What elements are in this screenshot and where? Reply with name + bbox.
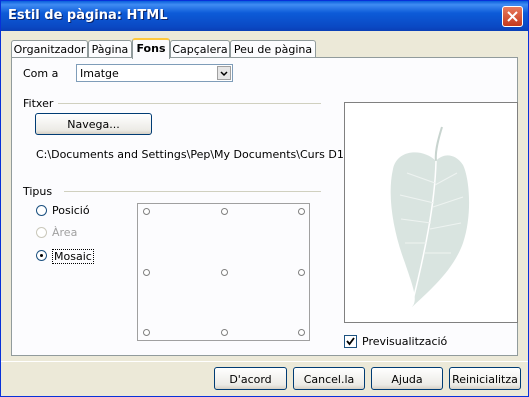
- file-separator: [58, 103, 321, 105]
- preview-checkbox-label: Previsualització: [362, 335, 448, 348]
- type-separator: [64, 191, 321, 193]
- tab-organitzador[interactable]: Organitzador: [11, 40, 88, 58]
- browse-label: Navega...: [67, 118, 120, 131]
- page-style-dialog: Estil de pàgina: HTML Organitzador Pàgin…: [0, 0, 529, 397]
- tab-peu-de-pagina[interactable]: Peu de pàgina: [230, 40, 316, 58]
- radio-posicio[interactable]: [36, 205, 47, 216]
- radio-area[interactable]: [36, 227, 47, 238]
- tab-pagina[interactable]: Pàgina: [88, 40, 132, 58]
- as-dropdown-value: Imatge: [80, 67, 119, 80]
- title-bar[interactable]: Estil de pàgina: HTML: [1, 1, 528, 31]
- tab-label: Pàgina: [91, 43, 129, 56]
- position-top-center[interactable]: [221, 208, 228, 215]
- chevron-down-icon[interactable]: [217, 66, 231, 80]
- preview-checkbox[interactable]: [344, 335, 357, 348]
- tab-label: Fons: [136, 42, 166, 55]
- tab-label: Organitzador: [13, 43, 86, 56]
- radio-selected-dot: [40, 254, 43, 257]
- footer-separator: [1, 361, 528, 362]
- position-top-left[interactable]: [143, 208, 150, 215]
- tab-label: Capçalera: [172, 43, 228, 56]
- help-button[interactable]: Ajuda: [371, 367, 443, 390]
- position-bottom-left[interactable]: [143, 329, 150, 336]
- reset-label: Reinicialitza: [452, 373, 518, 386]
- as-label: Com a: [23, 67, 59, 80]
- ok-button[interactable]: D'acord: [214, 367, 287, 390]
- type-section-label: Tipus: [23, 185, 53, 198]
- position-middle-left[interactable]: [143, 269, 150, 276]
- tab-label: Peu de pàgina: [233, 43, 313, 56]
- cancel-label: Cancel.la: [303, 373, 355, 386]
- as-dropdown[interactable]: Imatge: [76, 64, 233, 82]
- position-grid: [137, 203, 310, 341]
- position-bottom-center[interactable]: [221, 329, 228, 336]
- leaf-image: [390, 126, 470, 309]
- position-top-right[interactable]: [298, 208, 305, 215]
- radio-mosaic-label: Mosaic: [52, 249, 94, 264]
- file-section-label: Fitxer: [23, 97, 54, 110]
- file-path: C:\Documents and Settings\Pep\My Documen…: [36, 148, 351, 161]
- close-button[interactable]: [502, 6, 523, 27]
- reset-button[interactable]: Reinicialitza: [449, 367, 521, 390]
- tab-capcalera[interactable]: Capçalera: [170, 40, 230, 58]
- radio-mosaic[interactable]: [36, 250, 47, 261]
- radio-posicio-label: Posició: [52, 204, 90, 217]
- dialog-title: Estil de pàgina: HTML: [8, 8, 168, 23]
- tab-fons[interactable]: Fons: [132, 38, 170, 59]
- browse-button[interactable]: Navega...: [35, 113, 152, 135]
- ok-label: D'acord: [229, 373, 272, 386]
- radio-area-label: Àrea: [52, 226, 78, 239]
- preview-area: [344, 102, 518, 323]
- position-middle-right[interactable]: [298, 269, 305, 276]
- position-bottom-right[interactable]: [298, 329, 305, 336]
- close-icon: [507, 11, 518, 22]
- help-label: Ajuda: [391, 373, 423, 386]
- position-center[interactable]: [221, 269, 228, 276]
- checkmark-icon: [346, 337, 355, 346]
- cancel-button[interactable]: Cancel.la: [293, 367, 365, 390]
